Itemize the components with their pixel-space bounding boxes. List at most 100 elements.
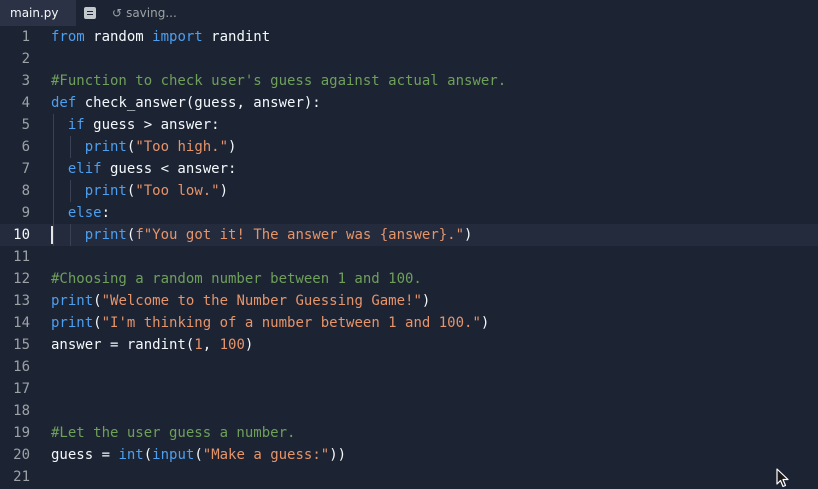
code-token: print: [84, 227, 127, 243]
indent-guide: [69, 180, 71, 202]
code-token: (: [194, 447, 203, 463]
code-token: 1: [194, 337, 203, 353]
code-line[interactable]: 15 answer = randint(1, 100): [0, 334, 818, 356]
code-line[interactable]: 18: [0, 400, 818, 422]
code-text: print(f"You got it! The answer was {answ…: [85, 224, 473, 246]
code-line[interactable]: 13 print("Welcome to the Number Guessing …: [0, 290, 818, 312]
indent-guide: [53, 136, 54, 158]
code-token: ): [421, 293, 431, 309]
code-token: print: [84, 183, 127, 199]
code-token: print: [51, 315, 94, 331]
line-number: 19: [13, 425, 30, 441]
code-line[interactable]: 9 else:: [0, 202, 818, 224]
code-token: else: [67, 205, 102, 221]
code-token: #Let the user guess a number.: [51, 425, 296, 441]
code-line[interactable]: 7 elif guess < answer:: [0, 158, 818, 180]
code-token: if: [67, 117, 85, 133]
code-token: guess > answer:: [84, 117, 220, 133]
tab-label: main.py: [10, 6, 59, 20]
line-number: 10: [13, 227, 30, 243]
code-line[interactable]: 12 #Choosing a random number between 1 an…: [0, 268, 818, 290]
code-line[interactable]: 11: [0, 246, 818, 268]
code-line[interactable]: 19 #Let the user guess a number.: [0, 422, 818, 444]
indent-guide: [53, 202, 54, 224]
code-text: def check_answer(guess, answer):: [51, 92, 321, 114]
code-line[interactable]: 5 if guess > answer:: [0, 114, 818, 136]
code-line[interactable]: 3 #Function to check user's guess against…: [0, 70, 818, 92]
code-token: random: [84, 29, 153, 45]
line-number: 9: [21, 205, 30, 221]
line-number: 11: [13, 249, 30, 265]
line-number: 21: [13, 469, 30, 485]
line-number: 4: [21, 95, 30, 111]
code-text: #Let the user guess a number.: [51, 422, 295, 444]
code-token: ,: [202, 337, 220, 353]
code-text: print("Too low."): [85, 180, 228, 202]
code-token: ): [219, 183, 229, 199]
code-line[interactable]: 10 print(f"You got it! The answer was {an…: [0, 224, 818, 246]
text-caret: [51, 226, 53, 244]
line-number: 20: [13, 447, 30, 463]
code-line[interactable]: 20 guess = int(input("Make a guess:")): [0, 444, 818, 466]
code-line[interactable]: 14 print("I'm thinking of a number betwee…: [0, 312, 818, 334]
code-line[interactable]: 8 print("Too low."): [0, 180, 818, 202]
code-token: guess < answer:: [101, 161, 237, 177]
tab-main-py[interactable]: main.py: [0, 0, 76, 26]
indent-guide: [53, 224, 54, 246]
indent-guide: [53, 158, 54, 180]
code-token: import: [152, 29, 203, 45]
mouse-cursor-icon: [776, 468, 789, 488]
document-icon[interactable]: [84, 7, 96, 19]
indent-guide: [69, 224, 71, 246]
code-token: ): [244, 337, 254, 353]
code-line[interactable]: 2: [0, 48, 818, 70]
code-token: :: [101, 205, 111, 221]
indent-guide: [53, 114, 54, 136]
code-text: #Choosing a random number between 1 and …: [51, 268, 422, 290]
save-status-text: saving...: [126, 6, 177, 20]
code-token: print: [84, 139, 127, 155]
code-text: answer = randint(1, 100): [51, 334, 253, 356]
code-token: 100: [219, 337, 245, 353]
line-number: 2: [21, 51, 30, 67]
code-text: from random import randint: [51, 26, 270, 48]
code-text: print("I'm thinking of a number between …: [51, 312, 489, 334]
line-number: 15: [13, 337, 30, 353]
code-line[interactable]: 16: [0, 356, 818, 378]
line-number: 3: [21, 73, 30, 89]
code-token: "Too high.": [135, 139, 229, 155]
code-text: #Function to check user's guess against …: [51, 70, 506, 92]
code-line[interactable]: 21: [0, 466, 818, 488]
code-text: elif guess < answer:: [68, 158, 237, 180]
code-token: #Function to check user's guess against …: [51, 73, 507, 89]
line-number: 13: [13, 293, 30, 309]
code-text: else:: [68, 202, 110, 224]
code-line[interactable]: 4 def check_answer(guess, answer):: [0, 92, 818, 114]
code-token: ): [464, 227, 473, 243]
line-number: 6: [21, 139, 30, 155]
code-token: input: [152, 447, 195, 463]
code-line[interactable]: 6 print("Too high."): [0, 136, 818, 158]
code-token: ): [480, 315, 490, 331]
line-number: 14: [13, 315, 30, 331]
tab-bar: main.py ↺ saving...: [0, 0, 818, 26]
line-number: 18: [13, 403, 30, 419]
code-line[interactable]: 1 from random import randint: [0, 26, 818, 48]
code-token: )): [329, 447, 347, 463]
code-line[interactable]: 17: [0, 378, 818, 400]
line-number: 16: [13, 359, 30, 375]
code-text: guess = int(input("Make a guess:")): [51, 444, 346, 466]
code-token: f"You got it! The answer was {answer}.": [135, 227, 465, 243]
code-token: answer = randint(: [51, 337, 195, 353]
code-token: from: [51, 29, 85, 45]
code-text: print("Too high."): [85, 136, 237, 158]
indent-guide: [69, 136, 71, 158]
code-text: print("Welcome to the Number Guessing Ga…: [51, 290, 430, 312]
code-token: ): [228, 139, 237, 155]
code-token: (: [93, 315, 102, 331]
code-text: if guess > answer:: [68, 114, 220, 136]
indent-guide: [53, 180, 54, 202]
line-number: 1: [21, 29, 30, 45]
code-token: guess =: [51, 447, 119, 463]
code-editor[interactable]: 1 from random import randint 2 3 #Function t…: [0, 26, 818, 489]
